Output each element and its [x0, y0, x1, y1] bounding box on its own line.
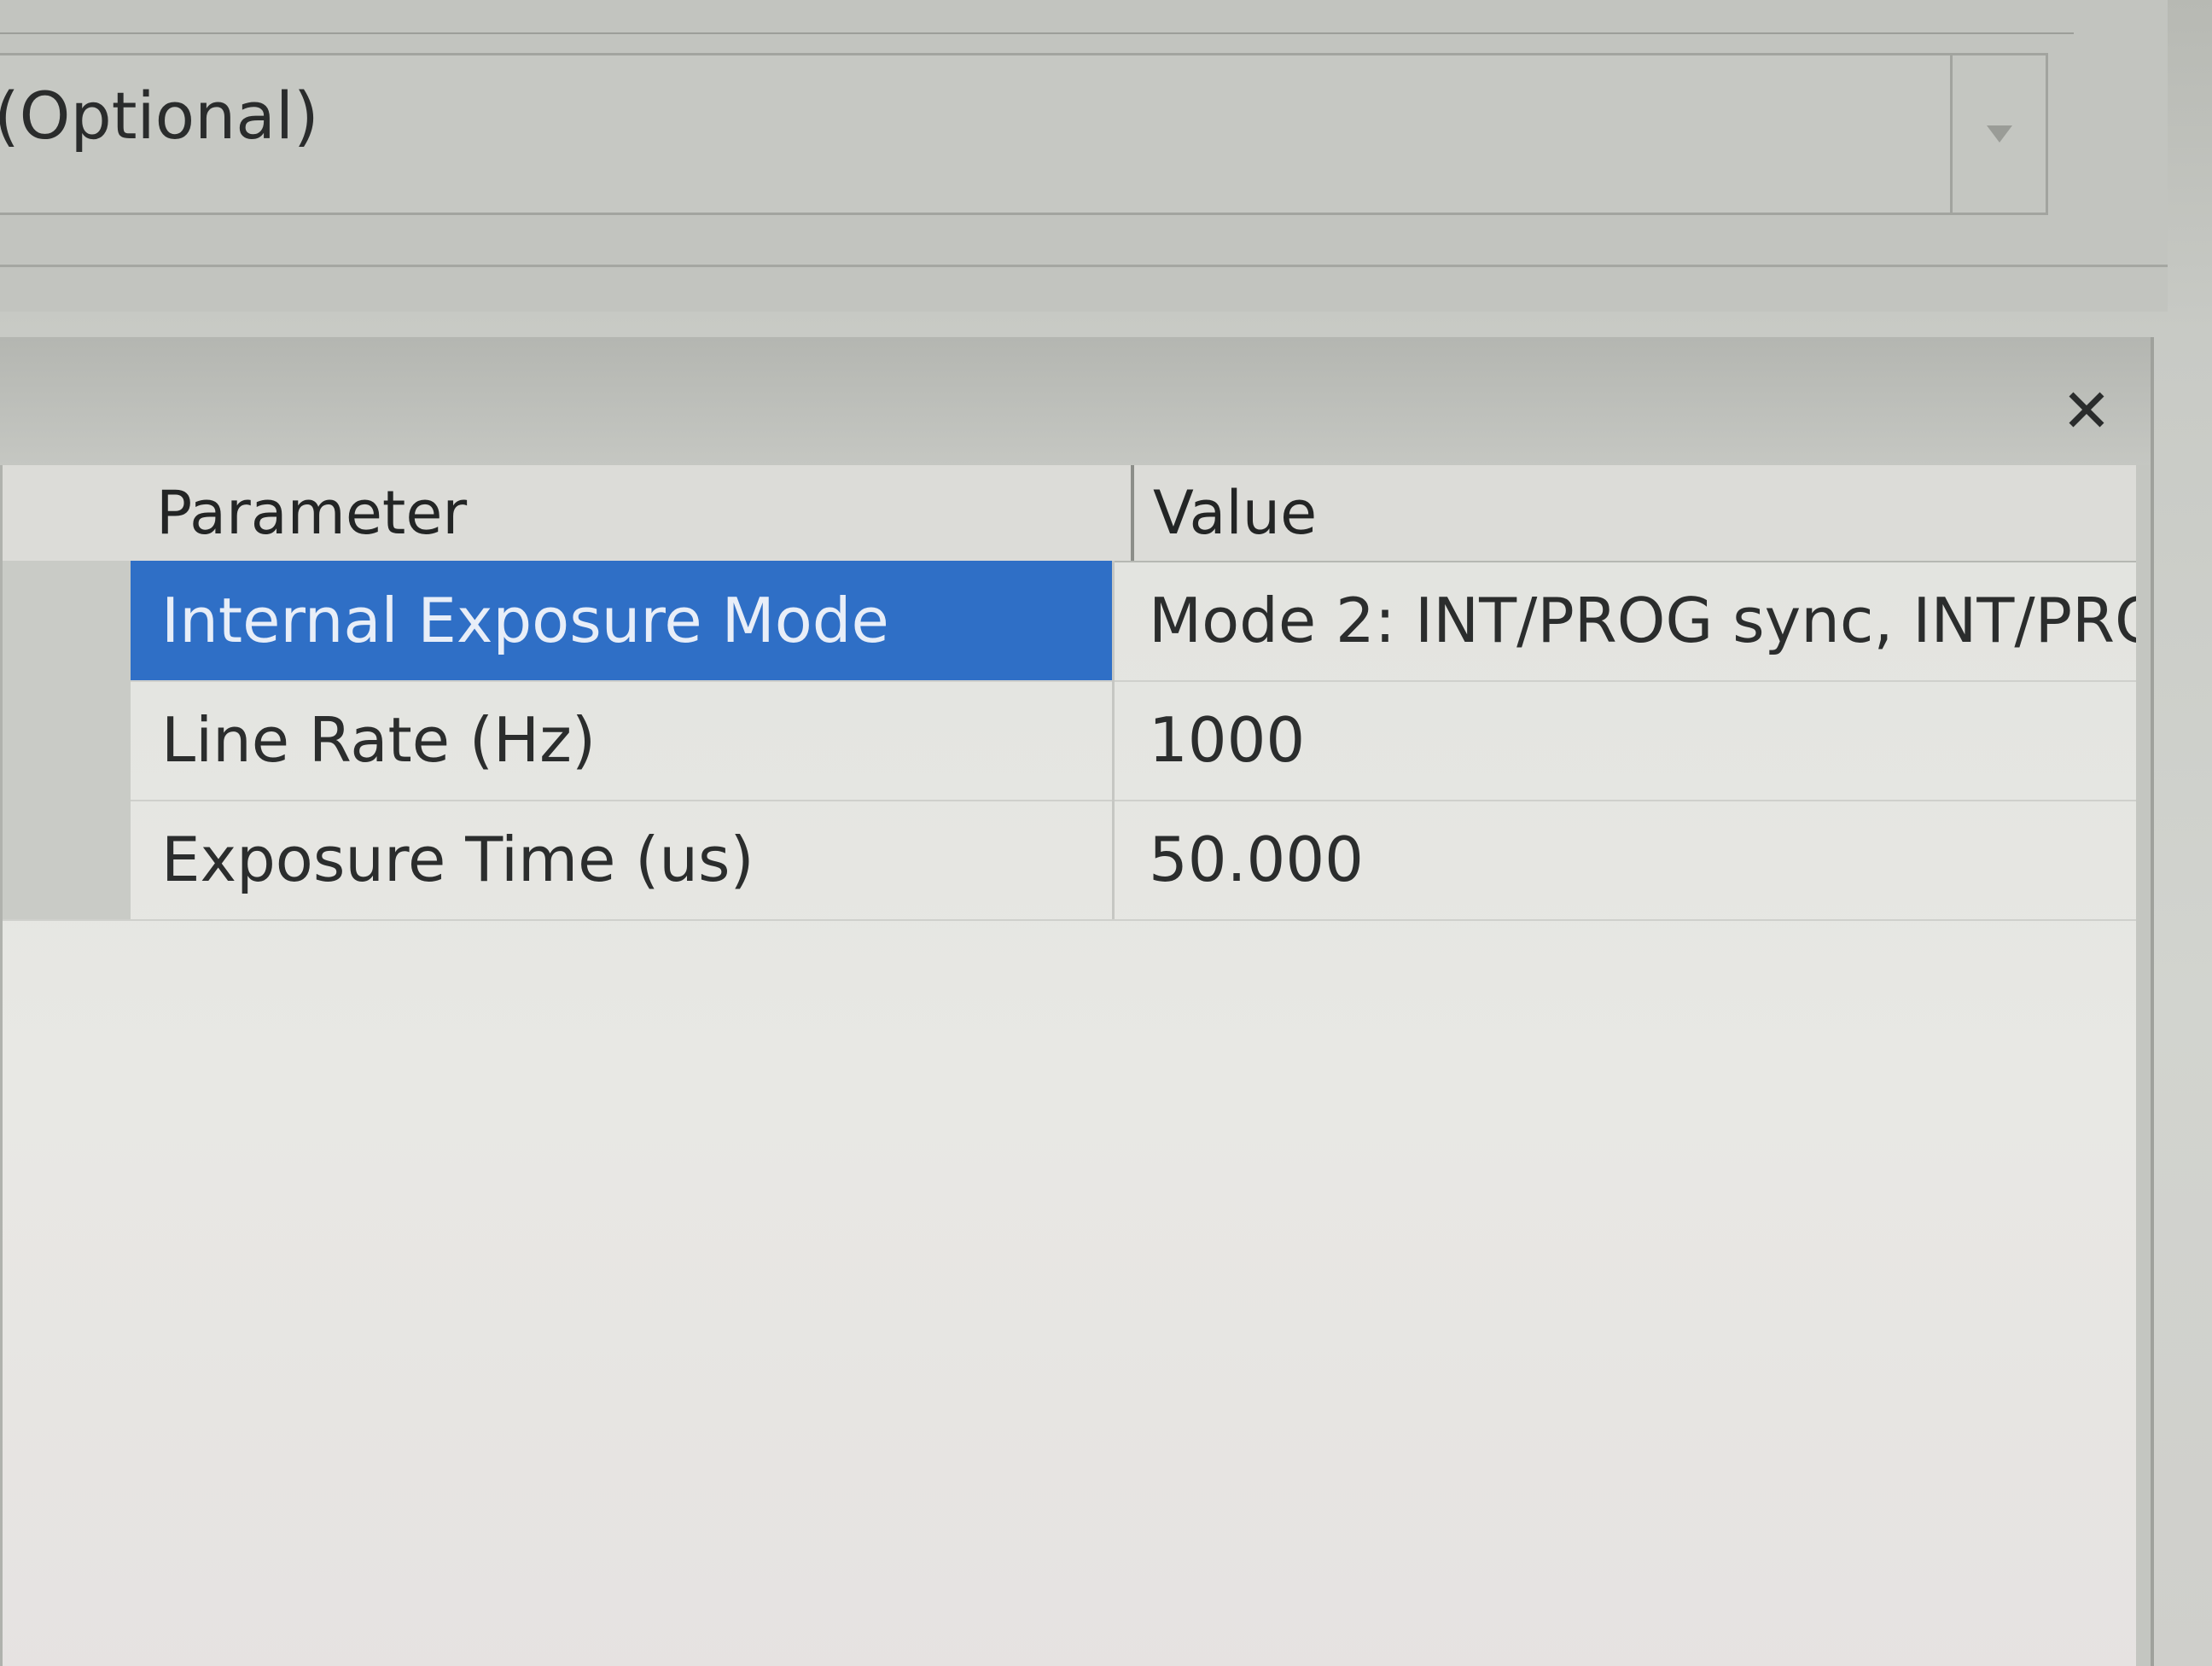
row-header[interactable] — [3, 561, 131, 680]
table-row[interactable]: Internal Exposure Mode Mode 2: INT/PROG … — [3, 561, 2136, 682]
parameter-cell[interactable]: Internal Exposure Mode — [131, 561, 1112, 680]
combo-text: (Optional) — [0, 78, 319, 154]
table-row[interactable]: Exposure Time (us) 50.000 — [3, 800, 2136, 921]
row-header[interactable] — [3, 680, 131, 800]
dialog-titlebar — [0, 337, 2151, 465]
chevron-down-icon — [1986, 125, 2012, 143]
header-value[interactable]: Value — [1131, 465, 2112, 561]
table-row[interactable]: Line Rate (Hz) 1000 — [3, 680, 2136, 801]
row-header[interactable] — [3, 800, 131, 919]
parameter-cell[interactable]: Line Rate (Hz) — [131, 680, 1112, 800]
options-panel: (Optional) — [0, 0, 2168, 312]
parameter-cell[interactable]: Exposure Time (us) — [131, 800, 1112, 919]
optional-combo-box[interactable]: (Optional) — [0, 53, 2048, 215]
parameter-grid: Parameter Value Internal Exposure Mode M… — [0, 465, 2136, 1666]
grid-header: Parameter Value — [3, 465, 2136, 562]
header-parameter[interactable]: Parameter — [156, 465, 1103, 561]
close-icon — [2069, 392, 2104, 428]
close-button[interactable] — [2057, 380, 2116, 440]
divider — [0, 32, 2074, 34]
value-cell[interactable]: 50.000 — [1112, 800, 2136, 919]
value-cell[interactable]: 1000 — [1112, 680, 2136, 800]
combo-dropdown-button[interactable] — [1950, 53, 2048, 215]
screen: (Optional) Parameter Value Internal Expo… — [0, 0, 2212, 1666]
divider — [0, 265, 2168, 267]
value-cell[interactable]: Mode 2: INT/PROG sync, INT/PRO... — [1112, 561, 2136, 680]
parameters-dialog: Parameter Value Internal Exposure Mode M… — [0, 337, 2154, 1666]
